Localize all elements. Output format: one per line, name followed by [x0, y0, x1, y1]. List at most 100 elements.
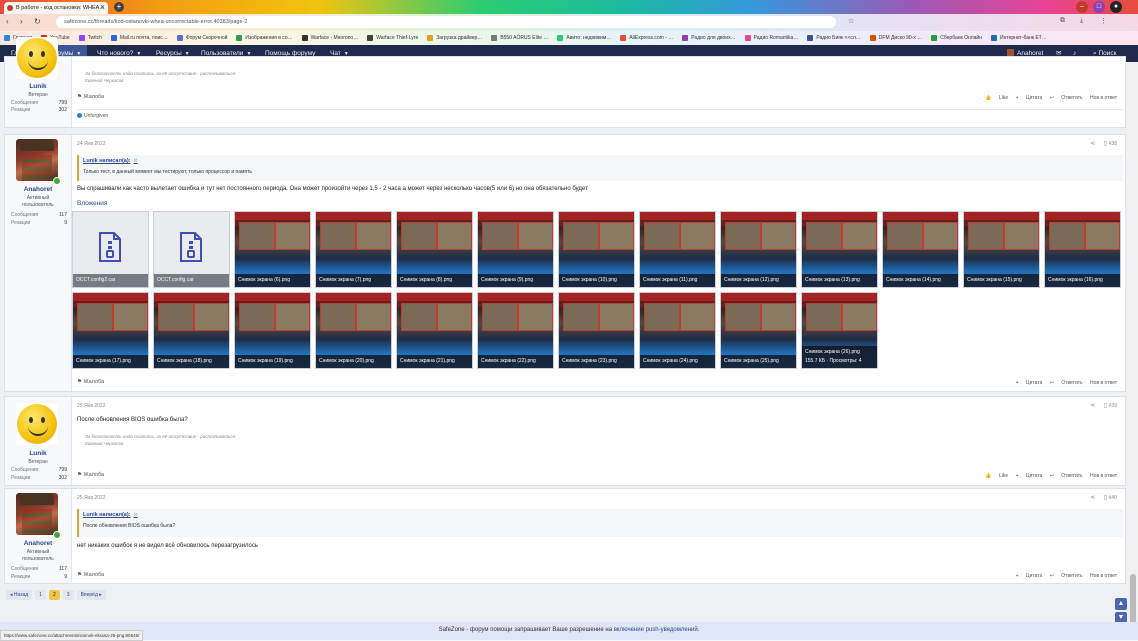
quote-author[interactable]: Lunik написал(а): ⊙: [83, 158, 138, 164]
multiquote-button[interactable]: Нов в ответ: [1090, 380, 1117, 386]
pagination-page-3[interactable]: 3: [62, 590, 74, 600]
reply-button[interactable]: ↩ Ответить: [1050, 573, 1083, 579]
attachment-image[interactable]: Снимок экрана (23).png: [558, 292, 635, 369]
pagination-page-1[interactable]: 1: [35, 590, 47, 600]
back-icon[interactable]: ‹: [6, 17, 9, 26]
attachment-image[interactable]: Снимок экрана (6).png: [234, 211, 311, 288]
username[interactable]: Anahoret: [5, 186, 71, 193]
avatar[interactable]: [16, 37, 58, 79]
attachment-image[interactable]: Снимок экрана (26).png 155.7 КБ · Просмот…: [801, 292, 878, 369]
attachment-image[interactable]: Снимок экрана (11).png: [639, 211, 716, 288]
bookmark-item[interactable]: Радио Бияк <<сл…: [807, 35, 861, 41]
share-icon[interactable]: ⋖: [1090, 140, 1095, 147]
bookmark-item[interactable]: Warface Thief-Lyre: [367, 35, 418, 41]
bookmark-item[interactable]: Интернет-банк ЕТ…: [991, 35, 1047, 41]
attachment-image[interactable]: Снимок экрана (12).png: [720, 211, 797, 288]
attachment-image[interactable]: Снимок экрана (8).png: [396, 211, 473, 288]
post-number[interactable]: #39: [1109, 403, 1117, 409]
bookmark-item[interactable]: Радио Romantika…: [744, 35, 798, 41]
bookmark-item[interactable]: Mail.ru почта, поис…: [110, 35, 168, 41]
post-date[interactable]: 25 Янв 2022: [77, 495, 106, 501]
attachment-image[interactable]: Снимок экрана (25).png: [720, 292, 797, 369]
reload-icon[interactable]: ↻: [34, 17, 41, 26]
quote-author[interactable]: Lunik написал(а): ⊙: [83, 512, 138, 518]
download-icon[interactable]: ⤓: [1080, 17, 1083, 25]
share-icon[interactable]: ⋖: [1090, 494, 1095, 501]
attachment-image[interactable]: Снимок экрана (24).png: [639, 292, 716, 369]
post-number[interactable]: #38: [1109, 141, 1117, 147]
post-date[interactable]: 24 Янв 2022: [77, 141, 106, 147]
attachment-image[interactable]: Снимок экрана (21).png: [396, 292, 473, 369]
attachment-image[interactable]: Снимок экрана (20).png: [315, 292, 392, 369]
post-number[interactable]: #40: [1109, 495, 1117, 501]
pagination-next[interactable]: Вперёд ▸: [76, 590, 106, 600]
bookmark-icon[interactable]: ▯: [1104, 402, 1107, 409]
forward-icon[interactable]: ›: [20, 17, 23, 26]
minimize-icon[interactable]: –: [1076, 1, 1088, 13]
bookmark-icon[interactable]: ▯: [1104, 494, 1107, 501]
username[interactable]: Anahoret: [5, 540, 71, 547]
new-tab-button[interactable]: +: [114, 2, 124, 12]
report-link[interactable]: ⚑ Жалоба: [77, 379, 104, 385]
pagination-page-2[interactable]: 2: [49, 590, 60, 600]
avatar[interactable]: [16, 493, 58, 535]
attachment-image[interactable]: Снимок экрана (16).png: [1044, 211, 1121, 288]
quote-button[interactable]: + Цитата: [1016, 380, 1043, 386]
quote-button[interactable]: + Цитата: [1016, 95, 1043, 101]
attachment-image[interactable]: Снимок экрана (9).png: [477, 211, 554, 288]
browser-tab-active[interactable]: В работе - код остановки: WHEA… ✕: [4, 2, 108, 14]
attachment-image[interactable]: Снимок экрана (13).png: [801, 211, 878, 288]
maximize-icon[interactable]: □: [1093, 1, 1105, 13]
bookmark-item[interactable]: Сбербанк Онлайн: [931, 35, 982, 41]
multiquote-button[interactable]: Нов в ответ: [1090, 95, 1117, 101]
bookmark-item[interactable]: B550 AORUS Elite …: [491, 35, 548, 41]
post-date[interactable]: 25 Янв 2022: [77, 403, 106, 409]
attachment-image[interactable]: Снимок экрана (17).png: [72, 292, 149, 369]
reply-button[interactable]: ↩ Ответить: [1050, 380, 1083, 386]
username[interactable]: Lunik: [5, 83, 71, 90]
username[interactable]: Lunik: [5, 450, 71, 457]
bookmark-item[interactable]: DFM Диско 90-х …: [869, 35, 922, 41]
multiquote-button[interactable]: Нов в ответ: [1090, 473, 1117, 479]
bookmark-icon[interactable]: ▯: [1104, 140, 1107, 147]
like-button[interactable]: 👍 Like: [985, 95, 1008, 101]
reply-button[interactable]: ↩ Ответить: [1050, 95, 1083, 101]
scroll-top-icon[interactable]: ▲: [1115, 598, 1127, 610]
report-link[interactable]: ⚑ Жалоба: [77, 572, 104, 578]
menu-icon[interactable]: ⋮: [1100, 17, 1107, 25]
extensions-icon[interactable]: ⧉: [1060, 17, 1065, 25]
quote-button[interactable]: + Цитата: [1016, 473, 1043, 479]
attachment-image[interactable]: Снимок экрана (14).png: [882, 211, 959, 288]
avatar[interactable]: [16, 403, 58, 445]
multiquote-button[interactable]: Нов в ответ: [1090, 573, 1117, 579]
report-link[interactable]: ⚑ Жалоба: [77, 94, 104, 100]
tab-close-icon[interactable]: ✕: [100, 2, 105, 14]
bookmark-item[interactable]: Warface - Многопо…: [301, 35, 358, 41]
report-link[interactable]: ⚑ Жалоба: [77, 472, 104, 478]
pagination-prev[interactable]: ◂ Назад: [6, 590, 33, 600]
bookmark-item[interactable]: AliExpress.com - …: [620, 35, 673, 41]
bookmark-item[interactable]: Twitch: [78, 35, 102, 41]
avatar[interactable]: [16, 139, 58, 181]
attachment-image[interactable]: Снимок экрана (22).png: [477, 292, 554, 369]
attachment-image[interactable]: Снимок экрана (18).png: [153, 292, 230, 369]
push-enable-link[interactable]: включение push-уведомлений.: [614, 627, 700, 633]
star-icon[interactable]: ☆: [848, 17, 854, 25]
like-button[interactable]: 👍 Like: [985, 473, 1008, 479]
attachment-image[interactable]: Снимок экрана (10).png: [558, 211, 635, 288]
reply-button[interactable]: ↩ Ответить: [1050, 473, 1083, 479]
bookmark-item[interactable]: Загрузка драйвер…: [427, 35, 482, 41]
bookmark-item[interactable]: Авито: недвижим…: [557, 35, 611, 41]
bookmark-item[interactable]: Форум Скорочной: [176, 35, 227, 41]
attachment-image[interactable]: Снимок экрана (19).png: [234, 292, 311, 369]
attachment-image[interactable]: Снимок экрана (7).png: [315, 211, 392, 288]
attachment-image[interactable]: Снимок экрана (15).png: [963, 211, 1040, 288]
share-icon[interactable]: ⋖: [1090, 402, 1095, 409]
attachment-file[interactable]: OCCT.config2.car: [72, 211, 149, 288]
attachment-file[interactable]: OCCT.config.car: [153, 211, 230, 288]
quote-button[interactable]: + Цитата: [1016, 573, 1043, 579]
address-input[interactable]: safezone.cc/threads/kod-ostanovki-whea-u…: [56, 16, 836, 28]
page-scrollbar[interactable]: [1128, 62, 1138, 630]
bookmark-item[interactable]: Изображения в со…: [236, 35, 293, 41]
reaction-bar[interactable]: Unforgiven: [77, 109, 1123, 119]
